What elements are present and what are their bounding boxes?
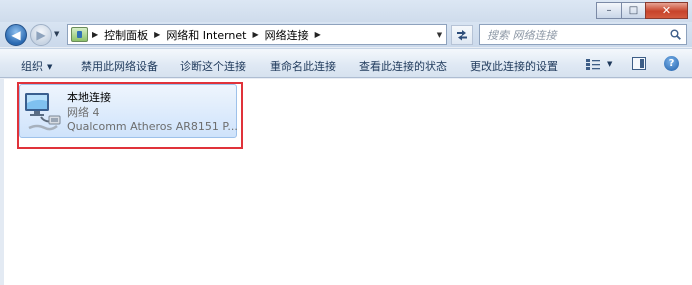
diagnose-connection-button[interactable]: 诊断这个连接: [180, 58, 246, 74]
search-icon[interactable]: [670, 29, 681, 40]
view-status-button[interactable]: 查看此连接的状态: [359, 58, 447, 74]
refresh-icon: [457, 30, 467, 41]
breadcrumb-root-chevron-icon[interactable]: ▶: [92, 30, 98, 39]
red-highlight-annotation: [17, 82, 243, 149]
breadcrumb-item-network-internet[interactable]: 网络和 Internet: [166, 27, 246, 43]
help-icon: ?: [668, 58, 675, 69]
refresh-button[interactable]: [451, 25, 473, 45]
connections-pane: 本地连接 网络 4 Qualcomm Atheros AR8151 P...: [0, 79, 692, 285]
search-input[interactable]: 搜索 网络连接: [479, 24, 687, 45]
minimize-icon: –: [606, 5, 612, 16]
forward-button[interactable]: ▶: [30, 24, 52, 46]
back-button[interactable]: ◀: [5, 24, 27, 46]
address-bar[interactable]: ▶ 控制面板 ▶ 网络和 Internet ▶ 网络连接 ▶ ▼: [67, 24, 447, 45]
view-chevron-down-icon[interactable]: ▼: [607, 60, 612, 68]
close-button[interactable]: ✕: [645, 2, 688, 19]
back-arrow-icon: ◀: [11, 28, 21, 42]
change-view-button[interactable]: ▼: [585, 57, 615, 71]
chevron-down-icon: ▼: [47, 63, 53, 71]
maximize-button[interactable]: □: [621, 2, 646, 19]
address-history-chevron-down-icon[interactable]: ▼: [433, 25, 446, 44]
breadcrumb-chevron-icon[interactable]: ▶: [253, 30, 259, 39]
address-row: ◀ ▶ ▼ ▶ 控制面板 ▶ 网络和 Internet ▶ 网络连接 ▶ ▼ 搜…: [0, 22, 692, 47]
window-controls: – □ ✕: [596, 2, 688, 19]
control-panel-icon: [71, 27, 88, 42]
help-button[interactable]: ?: [664, 56, 679, 71]
forward-arrow-icon: ▶: [36, 28, 46, 42]
view-options-icon: [586, 58, 600, 70]
command-bar: 组织 ▼ 禁用此网络设备 诊断这个连接 重命名此连接 查看此连接的状态 更改此连接…: [0, 48, 692, 78]
organize-label: 组织: [21, 60, 43, 73]
breadcrumb-chevron-icon[interactable]: ▶: [315, 30, 321, 39]
maximize-icon: □: [628, 5, 639, 16]
disable-device-button[interactable]: 禁用此网络设备: [81, 58, 158, 74]
rename-connection-button[interactable]: 重命名此连接: [270, 58, 336, 74]
recent-pages-chevron-down-icon[interactable]: ▼: [54, 30, 62, 40]
search-placeholder: 搜索 网络连接: [487, 28, 557, 42]
change-settings-button[interactable]: 更改此连接的设置: [470, 58, 558, 74]
breadcrumb-item-network-connections[interactable]: 网络连接: [265, 27, 309, 43]
title-bar: – □ ✕: [0, 0, 692, 22]
close-icon: ✕: [661, 4, 672, 17]
minimize-button[interactable]: –: [596, 2, 622, 19]
breadcrumb-chevron-icon[interactable]: ▶: [154, 30, 160, 39]
organize-menu-button[interactable]: 组织 ▼: [21, 58, 52, 74]
preview-pane-button[interactable]: [632, 57, 646, 70]
breadcrumb-item-control-panel[interactable]: 控制面板: [104, 27, 148, 43]
